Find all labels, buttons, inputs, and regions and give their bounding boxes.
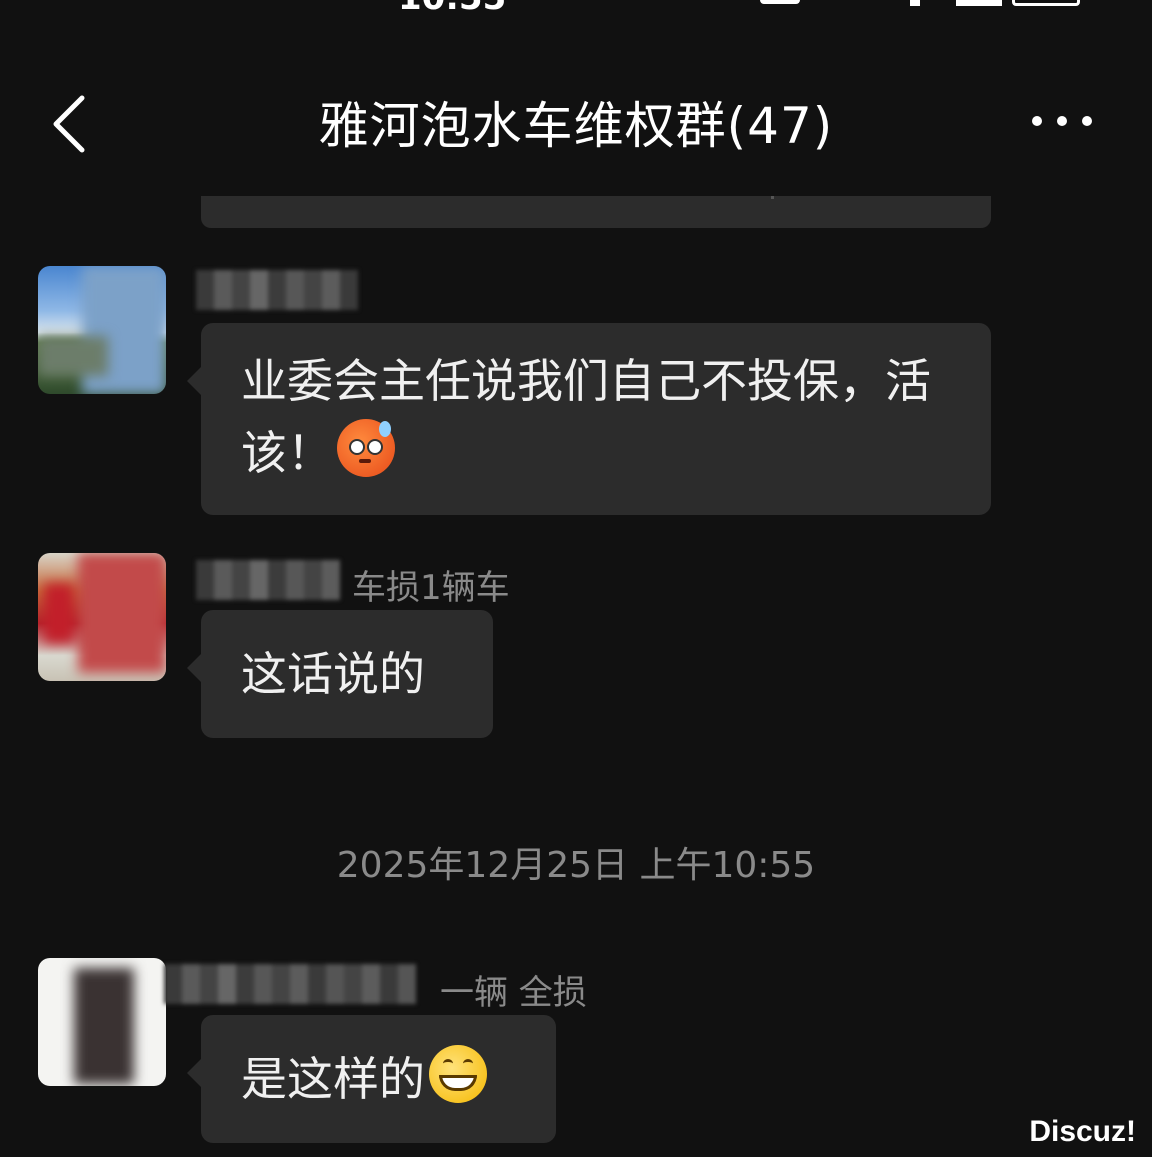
sender-name-redacted	[164, 964, 416, 1004]
network-icon	[910, 0, 920, 6]
signal-icon	[760, 0, 800, 4]
battery-icon	[1012, 0, 1080, 6]
avatar[interactable]	[38, 266, 166, 394]
avatar[interactable]	[38, 958, 166, 1086]
anxious-sweat-face-icon	[337, 419, 395, 477]
more-icon	[1032, 116, 1042, 126]
status-bar: 10:55	[0, 0, 1152, 14]
watermark: Discuz!	[1029, 1115, 1136, 1148]
message-bubble[interactable]: 业委会主任说我们自己不投保，活该！	[187, 323, 991, 515]
status-time: 10:55	[398, 0, 506, 14]
grinning-face-icon	[429, 1045, 487, 1103]
sender-name: 一辆 全损	[440, 973, 587, 1013]
previous-message-bubble[interactable]	[201, 196, 991, 228]
message-text: 这话说的	[241, 647, 425, 701]
message-bubble[interactable]: 是这样的	[187, 1015, 556, 1143]
avatar[interactable]	[38, 553, 166, 681]
sender-name-redacted	[196, 270, 358, 310]
sender-name: 车损1辆车	[352, 568, 510, 608]
more-options-button[interactable]	[1022, 100, 1102, 144]
timestamp: 2025年12月25日 上午10:55	[336, 845, 816, 886]
message-text: 是这样的	[241, 1052, 425, 1106]
chat-title: 雅河泡水车维权群(47)	[318, 97, 834, 155]
signal-bars-icon	[956, 0, 1002, 6]
sender-name-redacted	[196, 560, 340, 600]
chat-header: 雅河泡水车维权群(47)	[0, 60, 1152, 184]
message-bubble[interactable]: 这话说的	[187, 610, 493, 738]
